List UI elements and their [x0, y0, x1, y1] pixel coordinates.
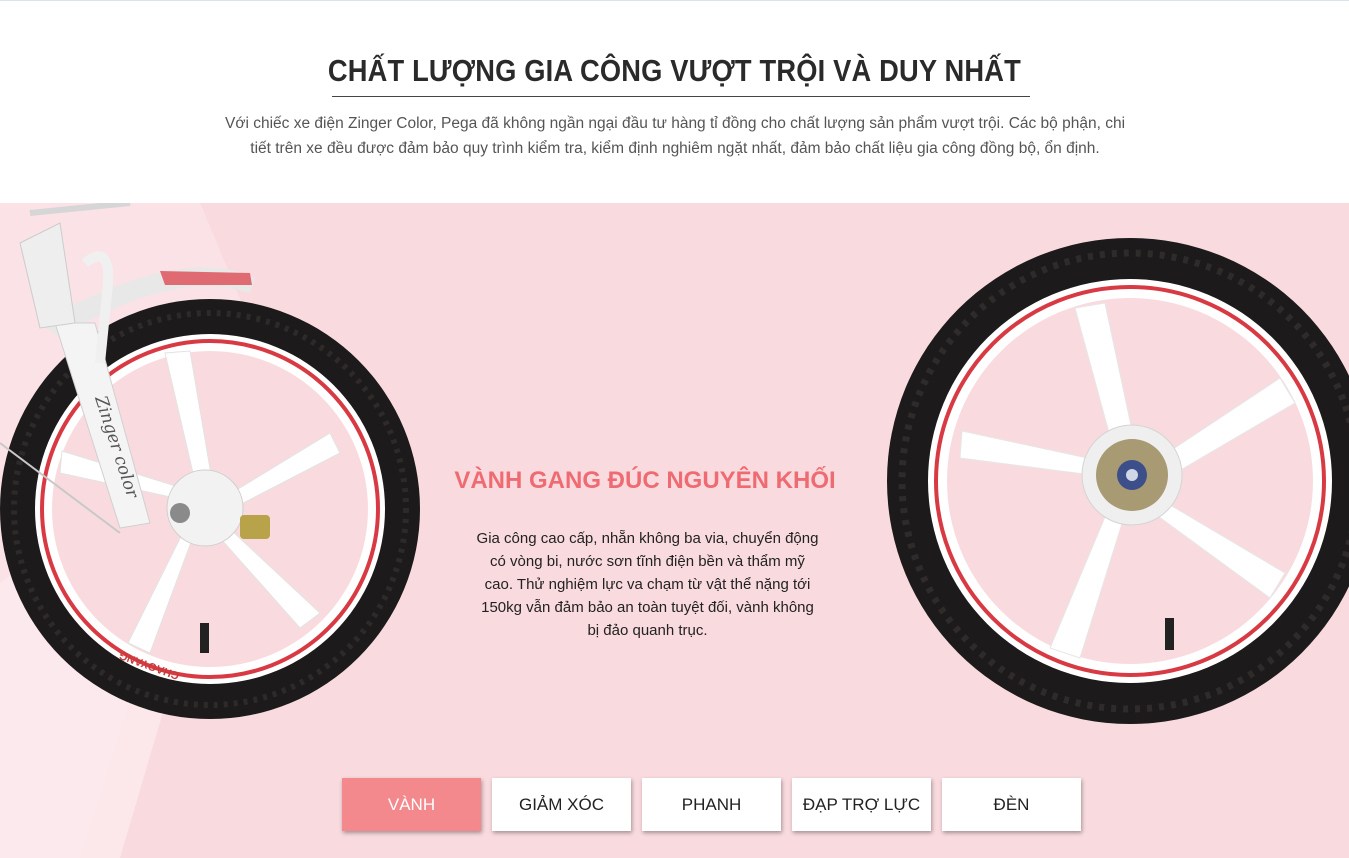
feature-title: VÀNH GANG ĐÚC NGUYÊN KHỐI — [454, 467, 836, 494]
brake-arm — [240, 515, 270, 539]
intro-line-2: tiết trên xe đều được đảm bảo quy trình … — [250, 140, 1100, 157]
header-section: CHẤT LƯỢNG GIA CÔNG VƯỢT TRỘI VÀ DUY NHẤ… — [0, 0, 1349, 203]
axle — [1126, 469, 1138, 481]
tab-vanh[interactable]: VÀNH — [342, 778, 481, 831]
fender-reflector — [160, 271, 252, 285]
intro-line-1: Với chiếc xe điện Zinger Color, Pega đã … — [224, 115, 1126, 132]
axle-nut — [170, 503, 190, 523]
valve-stem — [200, 623, 209, 653]
tab-phanh[interactable]: PHANH — [642, 778, 781, 831]
rear-wheel-image — [887, 238, 1349, 724]
feature-stage: Zinger color CHAOYANG VÀNH GANG ĐÚC NGUY… — [0, 203, 1349, 858]
tab-giam-xoc[interactable]: GIẢM XÓC — [492, 778, 631, 831]
section-intro: Với chiếc xe điện Zinger Color, Pega đã … — [215, 111, 1135, 161]
feature-description: Gia công cao cấp, nhẵn không ba via, chu… — [476, 530, 819, 639]
front-wheel-image: Zinger color CHAOYANG — [0, 203, 420, 719]
tab-den[interactable]: ĐÈN — [942, 778, 1081, 831]
valve-stem — [1165, 618, 1174, 650]
tab-dap-tro-luc[interactable]: ĐẠP TRỢ LỰC — [792, 778, 931, 831]
section-title: CHẤT LƯỢNG GIA CÔNG VƯỢT TRỘI VÀ DUY NHẤ… — [327, 53, 1021, 88]
title-underline — [332, 96, 1030, 97]
